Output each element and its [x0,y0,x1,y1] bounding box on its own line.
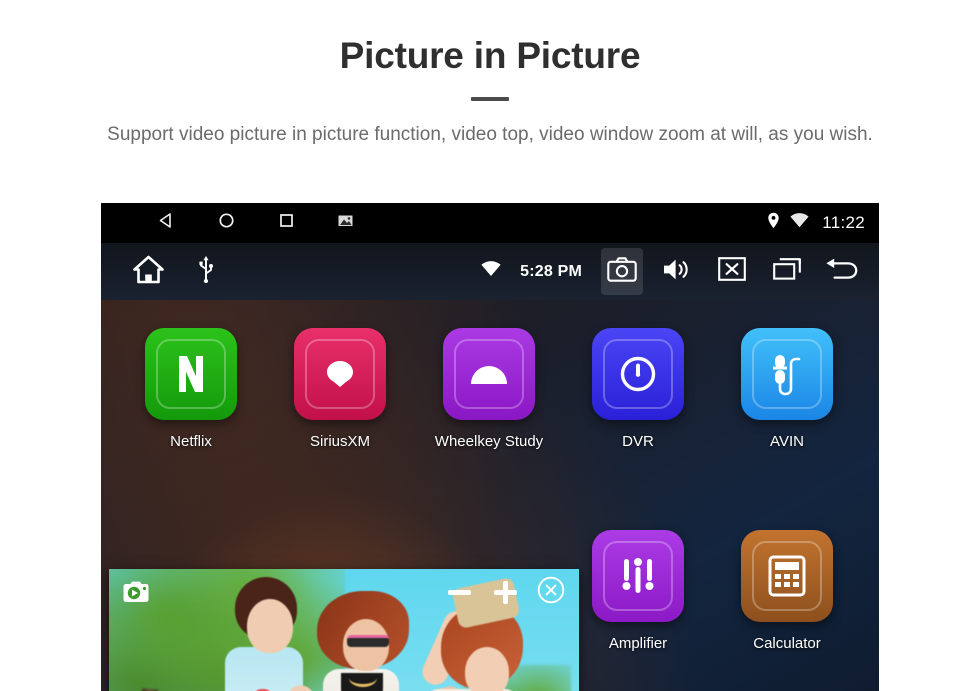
app-label: DVR [622,433,654,450]
close-button[interactable] [711,248,753,295]
pip-zoom-out-button[interactable] [443,576,475,608]
location-pin-icon [767,212,780,234]
app-label: AVIN [770,433,804,450]
app-item-siriusxm[interactable]: SiriusXM [266,328,414,450]
app-label: SiriusXM [309,433,370,450]
home-icon[interactable] [132,255,165,289]
status-bar-right: 11:22 [767,203,865,243]
wifi-icon [790,213,809,233]
calculator-icon [741,530,833,622]
speaker-icon [662,257,692,287]
plus-icon [492,579,519,606]
close-circle-icon [537,576,565,609]
app-label: Wheelkey Study [434,433,544,450]
camera-play-icon[interactable] [123,581,149,603]
back-button[interactable] [821,248,863,295]
close-box-icon [718,257,746,286]
app-item-avin[interactable]: AVIN [713,328,861,450]
pip-window-controls [443,569,567,615]
windows-stack-icon [772,257,802,286]
page-subtitle: Support video picture in picture functio… [107,124,873,146]
app-toolbar-right: 5:28 PM [481,243,863,300]
app-label: Amplifier [608,635,668,652]
app-item-wheelkey-study[interactable]: Wheelkey Study [415,328,563,450]
app-label: Calculator [753,635,821,652]
sliders-icon [592,530,684,622]
title-divider [471,97,509,102]
netflix-icon [145,328,237,420]
siriusxm-icon [294,328,386,420]
wheelkey-icon [443,328,535,420]
pip-video-window[interactable]: seicane [109,569,579,691]
status-bar-clock: 11:22 [822,213,865,232]
volume-button[interactable] [656,248,698,295]
device-screenshot: 11:22 5:28 PM Netflix SiriusXM Wheelkey … [101,203,879,691]
recents-square-icon[interactable] [277,211,296,235]
app-item-amplifier[interactable]: Amplifier [564,530,712,652]
back-arrow-icon [825,257,859,286]
page-title: Picture in Picture [339,35,641,76]
system-nav-buttons [157,211,354,235]
app-toolbar-clock: 5:28 PM [520,262,582,280]
camera-icon [607,256,637,287]
pip-zoom-in-button[interactable] [489,576,521,608]
app-item-dvr[interactable]: DVR [564,328,712,450]
app-launcher: Netflix SiriusXM Wheelkey Study DVR AVIN… [101,300,879,691]
gauge-icon [592,328,684,420]
android-status-bar: 11:22 [101,203,879,243]
screenshot-icon[interactable] [337,212,354,234]
usb-icon[interactable] [198,255,214,288]
back-icon[interactable] [157,211,176,235]
pip-close-button[interactable] [535,576,567,608]
camera-button[interactable] [601,248,643,295]
app-item-netflix[interactable]: Netflix [117,328,265,450]
app-toolbar-left [132,255,214,289]
av-plug-icon [741,328,833,420]
home-circle-icon[interactable] [217,211,236,235]
minus-icon [447,589,471,595]
pip-controls-bar [109,569,579,615]
app-item-calculator[interactable]: Calculator [713,530,861,652]
app-label: Netflix [170,433,212,450]
wifi-icon [481,261,501,282]
page-header: Picture in Picture Support video picture… [0,0,980,150]
recents-button[interactable] [766,248,808,295]
app-toolbar: 5:28 PM [101,243,879,300]
